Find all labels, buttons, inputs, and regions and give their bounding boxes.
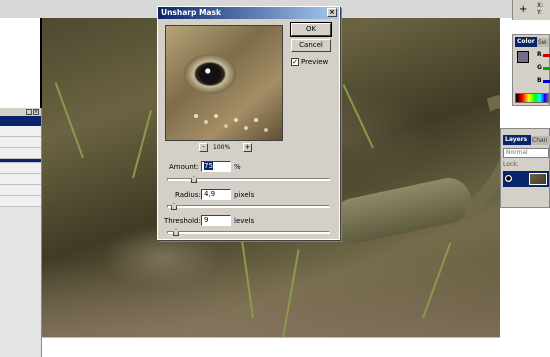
channel-g-label: G <box>537 64 542 71</box>
minimize-icon[interactable]: _ <box>26 109 32 115</box>
amount-field[interactable]: 75 <box>201 161 231 172</box>
radius-slider[interactable] <box>167 203 330 210</box>
zoom-controls: - 100% + <box>165 143 283 153</box>
tab-channels[interactable]: Chan <box>531 136 550 145</box>
grass-blade <box>54 82 84 159</box>
lizard-pupil <box>199 64 221 84</box>
preview-label: Preview <box>301 58 329 66</box>
foreground-color-swatch[interactable] <box>517 51 529 63</box>
zoom-level: 100% <box>213 144 231 151</box>
preview-checkbox[interactable]: ✓ <box>291 58 299 66</box>
channel-g-slider[interactable] <box>543 67 550 70</box>
tab-layers[interactable]: Layers <box>503 135 531 145</box>
filter-preview[interactable] <box>165 25 283 141</box>
color-panel: Color Sw R G B <box>512 34 550 106</box>
blend-mode-select[interactable]: Normal <box>503 148 549 158</box>
list-item[interactable] <box>0 137 41 148</box>
list-item[interactable] <box>0 148 41 159</box>
radius-field[interactable]: 4,9 <box>201 189 231 200</box>
dialog-titlebar[interactable]: Unsharp Mask × <box>158 7 339 19</box>
zoom-out-button[interactable]: - <box>199 143 208 152</box>
channel-b-slider[interactable] <box>543 80 550 83</box>
threshold-label: Threshold: <box>164 217 201 225</box>
locks-label: Lock: <box>503 161 519 168</box>
eye-icon[interactable]: ● <box>505 175 512 182</box>
unsharp-mask-dialog: Unsharp Mask × - 100% + OK Cancel ✓ Previ… <box>157 6 340 240</box>
coordinate-labels: X: Y: <box>537 2 543 16</box>
dialog-title: Unsharp Mask <box>161 8 221 17</box>
close-icon[interactable]: × <box>327 8 337 17</box>
status-bar <box>40 337 500 357</box>
layers-panel: Layers Chan Normal Lock: ● <box>500 128 550 208</box>
channel-r-slider[interactable] <box>543 54 550 57</box>
grass-blade <box>132 110 153 179</box>
radius-unit: pixels <box>234 191 255 199</box>
channel-b-label: B <box>537 77 542 84</box>
amount-label: Amount: <box>169 163 199 171</box>
x-label: X: <box>537 2 544 9</box>
channel-r-label: R <box>537 51 542 58</box>
layer-row-background[interactable]: ● <box>503 171 549 187</box>
radius-label: Radius: <box>175 191 201 199</box>
preview-checkbox-row[interactable]: ✓ Preview <box>291 58 328 66</box>
amount-value: 75 <box>204 162 213 170</box>
workspace: _ × + X: Y: Color Sw R G B Layers Chan N… <box>0 0 550 357</box>
radius-slider-thumb[interactable] <box>171 203 177 210</box>
ok-button[interactable]: OK <box>290 22 332 37</box>
threshold-slider[interactable] <box>167 229 330 236</box>
info-panel: + X: Y: <box>512 0 550 20</box>
crosshair-icon: + <box>519 4 528 15</box>
close-icon[interactable]: × <box>33 109 39 115</box>
y-label: Y: <box>537 9 542 16</box>
list-item[interactable] <box>0 163 41 174</box>
left-panel: _ × <box>0 108 42 357</box>
tab-color[interactable]: Color <box>515 37 537 47</box>
threshold-field[interactable]: 9 <box>201 215 231 226</box>
list-item[interactable] <box>0 126 41 137</box>
amount-unit: % <box>234 163 241 171</box>
threshold-unit: levels <box>234 217 255 225</box>
zoom-in-button[interactable]: + <box>243 143 252 152</box>
threshold-slider-thumb[interactable] <box>173 229 179 236</box>
tab-swatches[interactable]: Sw <box>537 38 549 47</box>
left-panel-titlebar: _ × <box>0 108 41 116</box>
left-panel-header <box>0 116 41 126</box>
amount-slider[interactable] <box>167 176 330 183</box>
list-item[interactable] <box>0 196 41 207</box>
layer-thumbnail <box>529 173 547 185</box>
amount-slider-thumb[interactable] <box>191 176 197 183</box>
grass-blade <box>342 84 374 149</box>
color-spectrum[interactable] <box>515 93 549 103</box>
list-item[interactable] <box>0 174 41 185</box>
cancel-button[interactable]: Cancel <box>291 39 331 52</box>
list-item[interactable] <box>0 185 41 196</box>
